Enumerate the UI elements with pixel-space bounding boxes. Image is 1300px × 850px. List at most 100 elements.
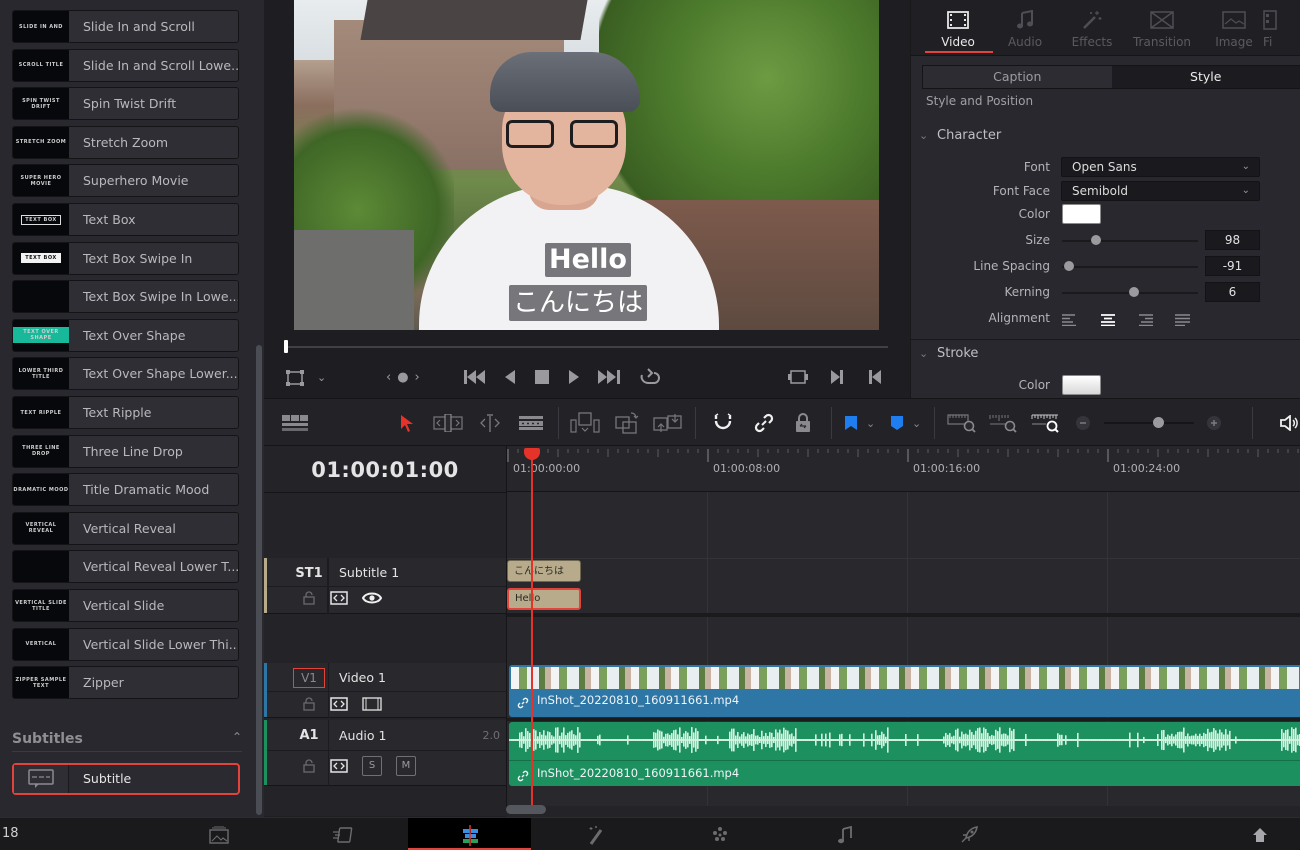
line-spacing-input[interactable]: -91 [1205, 256, 1260, 276]
zoom-slider-knob[interactable] [1153, 417, 1164, 428]
snapping-toggle[interactable] [712, 411, 734, 435]
marker-button[interactable] [890, 411, 904, 435]
title-effect-item[interactable]: VERTICAL Vertical Slide Lower Thi... [12, 627, 239, 661]
video-preview-frame[interactable]: Hello こんにちは [294, 0, 879, 330]
title-effect-item[interactable]: TEXT BOX Text Box [12, 203, 239, 236]
tab-audio[interactable]: Audio [990, 8, 1060, 49]
custom-zoom-button[interactable] [1031, 411, 1061, 435]
track-header-video-1[interactable]: V1 Video 1 [264, 663, 506, 718]
tab-effects[interactable]: Effects [1057, 8, 1127, 49]
timeline-track-area[interactable]: 01:00:00:00 01:00:08:00 01:00:16:00 01:0… [506, 446, 1300, 816]
subtitles-section-header[interactable]: Subtitles ⌃ [12, 728, 242, 752]
timeline-horizontal-scrollbar[interactable] [506, 805, 546, 814]
page-color-button[interactable] [690, 818, 750, 850]
font-dropdown[interactable]: Open Sans ⌄ [1061, 157, 1260, 177]
page-cut-button[interactable] [313, 818, 373, 850]
title-effect-item[interactable]: VERTICAL REVEAL Vertical Reveal [12, 511, 239, 545]
loop-button[interactable] [638, 367, 660, 385]
mute-button[interactable]: M [396, 756, 416, 776]
previous-edit-button[interactable] [868, 369, 882, 385]
go-to-start-button[interactable] [464, 369, 486, 385]
marker-dropdown-chevron-icon[interactable]: ⌄ [912, 411, 921, 435]
detail-zoom-button[interactable] [989, 411, 1019, 435]
font-face-dropdown[interactable]: Semibold ⌄ [1061, 181, 1260, 201]
viewer-scrub-handle[interactable] [284, 340, 288, 353]
size-slider-track[interactable] [1062, 240, 1198, 242]
overwrite-clip-button[interactable] [615, 411, 639, 435]
full-extent-zoom-button[interactable] [947, 411, 977, 435]
title-effect-item[interactable]: VERTICAL SLIDE TITLE Vertical Slide [12, 589, 239, 622]
transform-dropdown-chevron-icon[interactable]: ⌄ [317, 369, 326, 387]
viewer-scrub-bar[interactable] [284, 346, 888, 348]
solo-button[interactable]: S [362, 756, 382, 776]
title-effect-item[interactable]: SCROLL TITLE Slide In and Scroll Lowe... [12, 48, 239, 82]
position-lock-button[interactable] [794, 411, 812, 435]
source-track-v1-button[interactable]: V1 [293, 668, 325, 688]
tab-video[interactable]: Video [923, 8, 993, 49]
selection-mode-button[interactable] [400, 411, 414, 435]
flag-button[interactable] [844, 411, 858, 435]
stop-button[interactable] [535, 369, 550, 385]
auto-select-icon[interactable] [330, 697, 348, 711]
title-effect-item[interactable]: ZIPPER SAMPLE TEXT Zipper [12, 666, 239, 700]
timeline-timecode[interactable]: 01:00:01:00 [264, 458, 506, 482]
align-right-button[interactable] [1137, 311, 1153, 330]
align-left-button[interactable] [1062, 311, 1078, 330]
audio-volume-button[interactable] [1280, 411, 1300, 435]
insert-clip-button[interactable] [570, 411, 600, 435]
replace-clip-button[interactable] [653, 411, 683, 435]
playhead-line[interactable] [531, 456, 533, 811]
collapse-chevron-icon[interactable]: ⌃ [232, 730, 242, 744]
zoom-slider-track[interactable] [1104, 422, 1194, 424]
title-effect-item[interactable]: Text Box Swipe In Lowe... [12, 280, 239, 314]
dynamic-trim-mode-button[interactable] [477, 411, 503, 435]
title-effect-item[interactable]: THREE LINE DROP Three Line Drop [12, 434, 239, 468]
auto-select-icon[interactable] [330, 759, 348, 773]
tab-file[interactable]: Fi [1263, 8, 1300, 49]
line-spacing-slider-knob[interactable] [1063, 261, 1074, 271]
title-effect-item[interactable]: LOWER THIRD TITLE Text Over Shape Lower..… [12, 357, 239, 391]
next-edit-button[interactable] [830, 369, 844, 385]
video-clip[interactable]: InShot_20220810_160911661.mp4 [509, 665, 1300, 717]
timeline-view-options-button[interactable] [282, 411, 308, 435]
zoom-out-button[interactable] [1076, 411, 1090, 435]
align-center-button[interactable] [1100, 311, 1116, 330]
auto-select-icon[interactable] [330, 591, 348, 605]
stroke-color-swatch[interactable] [1062, 375, 1101, 395]
page-edit-button[interactable] [440, 818, 500, 850]
transform-button[interactable] [286, 370, 304, 386]
audio-clip[interactable]: InShot_20220810_160911661.mp4 [509, 722, 1300, 786]
timeline-ruler[interactable]: 01:00:00:00 01:00:08:00 01:00:16:00 01:0… [507, 446, 1300, 492]
subtitle-clip-selected[interactable]: Hello [507, 588, 581, 610]
title-effect-item[interactable]: STRETCH ZOOM Stretch Zoom [12, 125, 239, 159]
track-name[interactable]: Video 1 [339, 670, 386, 685]
title-effect-item[interactable]: SUPER HERO MOVIE Superhero Movie [12, 164, 239, 198]
page-fairlight-button[interactable] [815, 818, 875, 850]
lock-track-icon[interactable] [302, 697, 316, 711]
play-button[interactable] [568, 369, 580, 385]
disable-video-track-icon[interactable] [362, 697, 382, 711]
line-spacing-slider-track[interactable] [1062, 266, 1198, 268]
character-group-header[interactable]: ⌄ Character [919, 128, 1001, 143]
lock-track-icon[interactable] [302, 759, 316, 773]
flag-dropdown-chevron-icon[interactable]: ⌄ [866, 411, 875, 435]
kerning-slider-knob[interactable] [1129, 287, 1140, 297]
subtitle-clip[interactable]: こんにちは [507, 560, 581, 582]
size-input[interactable]: 98 [1205, 230, 1260, 250]
eye-visibility-icon[interactable] [362, 591, 382, 605]
title-effect-item[interactable]: TEXT BOX Text Box Swipe In [12, 241, 239, 275]
go-to-end-button[interactable] [598, 369, 620, 385]
align-justify-button[interactable] [1174, 311, 1190, 330]
title-effect-item[interactable]: DRAMATIC MOOD Title Dramatic Mood [12, 473, 239, 507]
size-slider-knob[interactable] [1091, 235, 1101, 245]
subtitle-effect-item[interactable]: Subtitle [12, 763, 240, 795]
track-name[interactable]: Subtitle 1 [339, 565, 399, 580]
title-effect-item[interactable]: SLIDE IN AND Slide In and Scroll [12, 10, 239, 43]
home-button[interactable] [1230, 818, 1290, 850]
keyframe-navigator[interactable]: ‹●› [386, 369, 426, 387]
segment-style[interactable]: Style [1111, 66, 1300, 88]
effects-scrollbar[interactable] [256, 345, 262, 815]
stroke-group-header[interactable]: ⌄ Stroke [919, 346, 978, 361]
kerning-input[interactable]: 6 [1205, 282, 1260, 302]
segment-caption[interactable]: Caption [923, 66, 1112, 88]
